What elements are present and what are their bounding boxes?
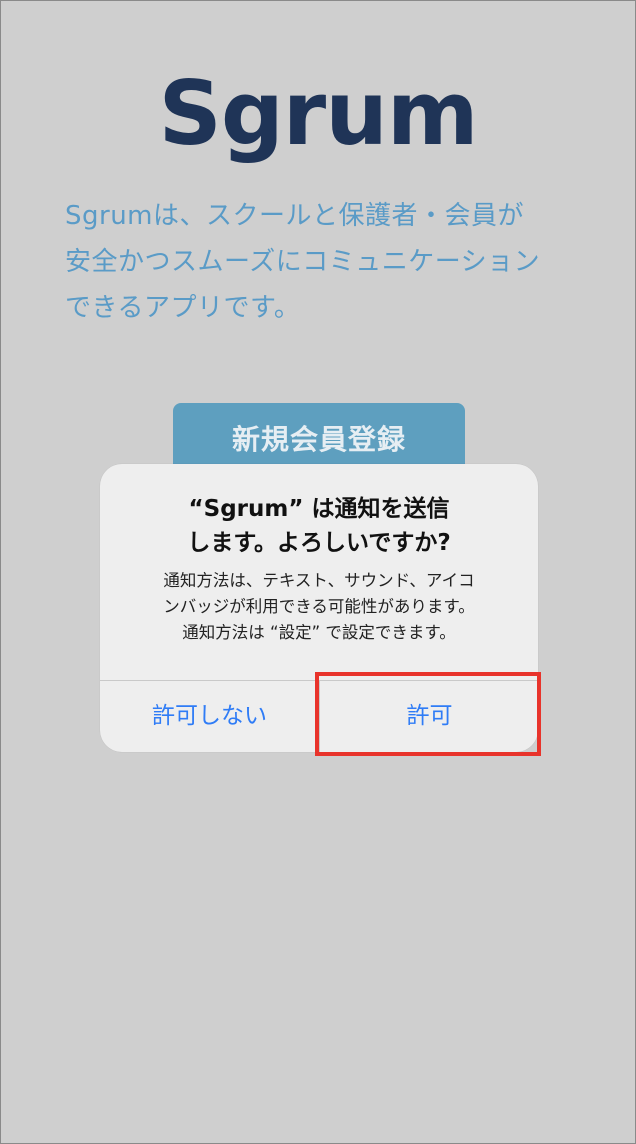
alert-title-line: します。よろしいですか? <box>187 530 451 556</box>
alert-message: 通知方法は、テキスト、サウンド、アイコ ンバッジが利用できる可能性があります。 … <box>110 568 528 646</box>
allow-notifications-button[interactable]: 許可 <box>320 681 538 752</box>
alert-message-line: ンバッジが利用できる可能性があります。 <box>163 597 475 616</box>
app-logo: Sgrum <box>158 62 478 165</box>
alert-message-line: 通知方法は、テキスト、サウンド、アイコ <box>163 571 475 590</box>
alert-title-line: “Sgrum” は通知を送信 <box>188 496 450 522</box>
deny-notifications-button[interactable]: 許可しない <box>100 681 319 752</box>
alert-title: “Sgrum” は通知を送信 します。よろしいですか? <box>110 492 528 560</box>
app-tagline: Sgrumは、スクールと保護者・会員が 安全かつスムーズにコミュニケーション で… <box>65 193 585 331</box>
tagline-line: できるアプリです。 <box>65 293 301 323</box>
app-screen: Sgrum Sgrumは、スクールと保護者・会員が 安全かつスムーズにコミュニケ… <box>0 0 636 1144</box>
tagline-line: Sgrumは、スクールと保護者・会員が <box>65 201 525 231</box>
notification-permission-alert: “Sgrum” は通知を送信 します。よろしいですか? 通知方法は、テキスト、サ… <box>100 464 538 752</box>
alert-message-line: 通知方法は “設定” で設定できます。 <box>182 623 456 642</box>
tagline-line: 安全かつスムーズにコミュニケーション <box>65 247 541 277</box>
